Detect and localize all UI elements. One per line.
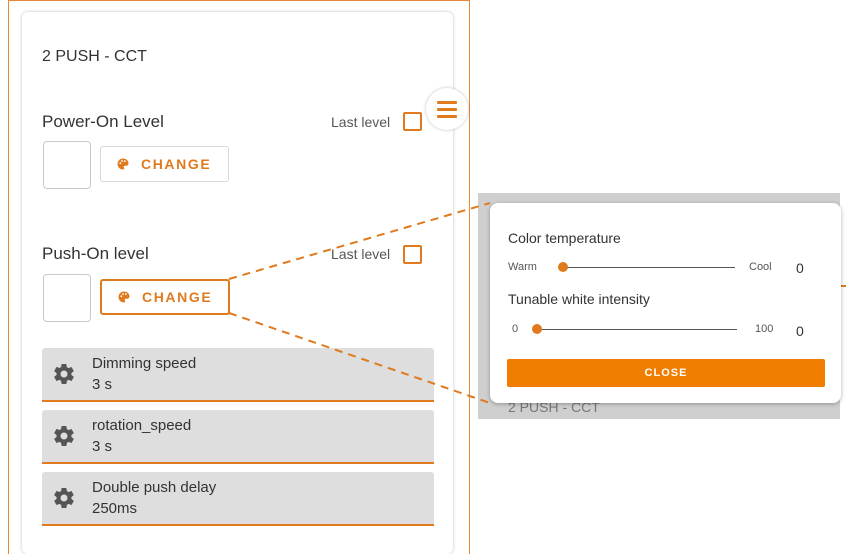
- callout-lines: [228, 202, 491, 404]
